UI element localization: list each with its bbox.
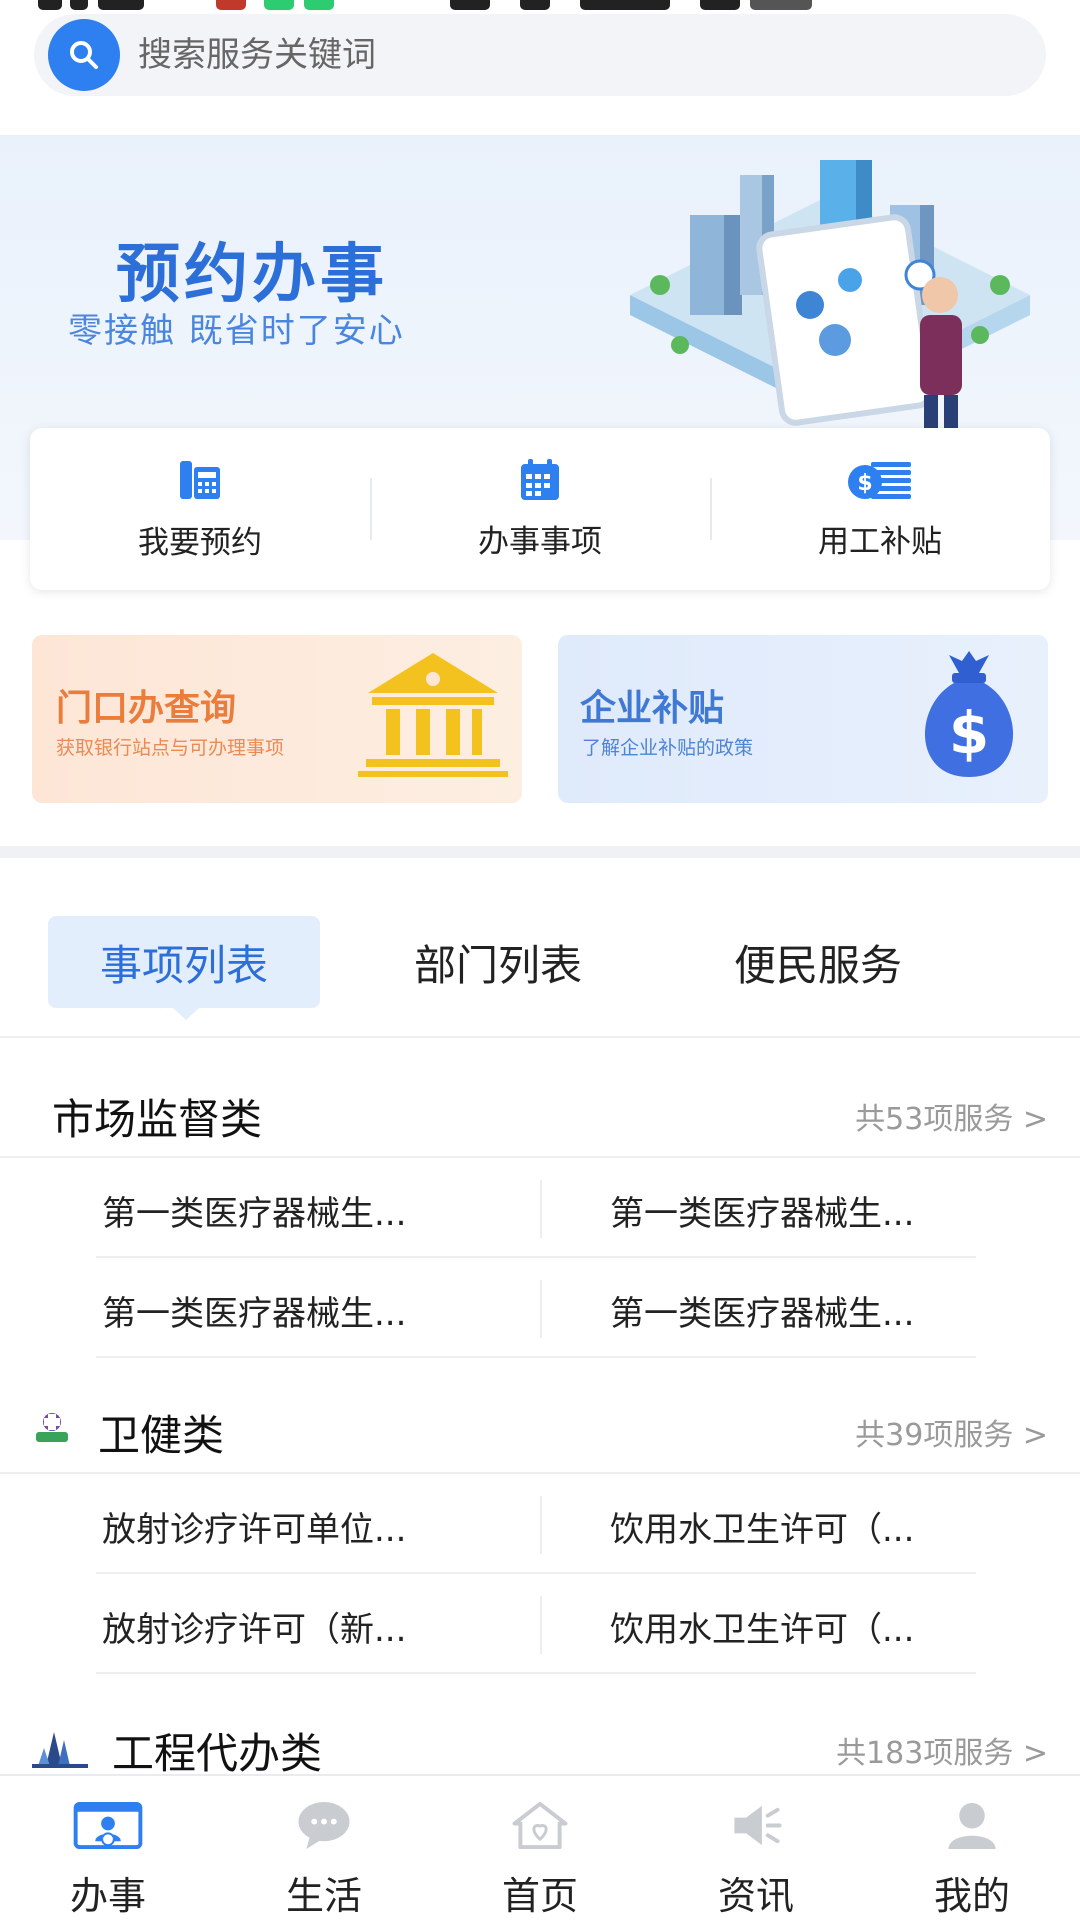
promo-desc: 获取银行站点与可办理事项 (56, 737, 285, 759)
promo-title: 门口办查询 (56, 688, 237, 729)
nav-label: 资讯 (717, 1874, 794, 1918)
nav-affairs[interactable]: 办事 (0, 1776, 216, 1920)
banner-subtitle: 零接触 既省时了安心 (68, 311, 405, 351)
svg-text:$: $ (857, 471, 872, 496)
app-screen: 预约办事 零接触 既省时了安心 (0, 0, 1080, 1920)
building-icon (32, 1732, 88, 1768)
table-row: 放射诊疗许可（新... 饮用水卫生许可（... (96, 1574, 976, 1674)
enterprise-subsidy-card[interactable]: 企业补贴 了解企业补贴的政策 $ (558, 635, 1048, 803)
service-item[interactable]: 饮用水卫生许可（... (610, 1602, 914, 1651)
home-icon (512, 1801, 568, 1850)
category-header-market[interactable]: 市场监督类 共53项服务 > (0, 1070, 1080, 1158)
money-bag-icon: $ (924, 651, 1014, 777)
nav-mine[interactable]: 我的 (864, 1776, 1080, 1920)
category-header-health[interactable]: 卫健类 共39项服务 > (0, 1386, 1080, 1474)
banner-title: 预约办事 (116, 238, 388, 312)
calendar-icon (521, 458, 559, 500)
nav-label: 生活 (285, 1874, 362, 1918)
table-row: 放射诊疗许可单位... 饮用水卫生许可（... (96, 1474, 976, 1574)
user-icon (948, 1802, 996, 1850)
tab-departments-list[interactable]: 部门列表 (414, 916, 582, 1008)
promo-title: 企业补贴 (580, 688, 725, 729)
bank-icon (358, 653, 508, 777)
search-input[interactable] (138, 35, 958, 75)
quick-actions: 我要预约 办事事项 $ 用工补贴 (30, 428, 1050, 590)
phone-icon (180, 460, 220, 499)
tab-bar: 事项列表 部门列表 便民服务 (0, 858, 1080, 1038)
category-count-link[interactable]: 共39项服务 > (855, 1410, 1048, 1454)
category-title: 卫健类 (98, 1411, 225, 1460)
search-icon (70, 41, 98, 69)
city-illustration (630, 160, 1030, 435)
service-item[interactable]: 第一类医疗器械生... (610, 1186, 914, 1235)
doorstep-query-card[interactable]: 门口办查询 获取银行站点与可办理事项 (32, 635, 522, 803)
subsidy-button[interactable]: $ 用工补贴 (710, 428, 1050, 590)
quick-label: 用工补贴 (818, 523, 942, 560)
quick-label: 我要预约 (138, 524, 262, 561)
reserve-button[interactable]: 我要预约 (30, 428, 370, 590)
promo-desc: 了解企业补贴的政策 (582, 737, 754, 759)
service-item[interactable]: 饮用水卫生许可（... (610, 1502, 914, 1551)
service-item[interactable]: 第一类医疗器械生... (102, 1286, 406, 1335)
category-count-link[interactable]: 共53项服务 > (855, 1094, 1048, 1138)
table-row: 第一类医疗器械生... 第一类医疗器械生... (96, 1258, 976, 1358)
tab-items-list[interactable]: 事项列表 (48, 916, 320, 1020)
search-bar[interactable] (34, 14, 1046, 96)
nav-home[interactable]: 首页 (432, 1776, 648, 1920)
megaphone-icon (734, 1805, 782, 1846)
quick-label: 办事事项 (478, 523, 602, 560)
category-grid-health: 放射诊疗许可单位... 饮用水卫生许可（... 放射诊疗许可（新... 饮用水卫… (96, 1474, 976, 1674)
bottom-nav: 办事 生活 首页 资讯 我的 (0, 1774, 1080, 1920)
category-grid-market: 第一类医疗器械生... 第一类医疗器械生... 第一类医疗器械生... 第一类医… (96, 1158, 976, 1358)
affairs-icon (73, 1801, 143, 1850)
category-title: 市场监督类 (52, 1095, 263, 1144)
status-bar (0, 0, 1080, 14)
nav-news[interactable]: 资讯 (648, 1776, 864, 1920)
table-row: 第一类医疗器械生... 第一类医疗器械生... (96, 1158, 976, 1258)
nav-label: 办事 (69, 1874, 146, 1918)
service-item[interactable]: 放射诊疗许可（新... (102, 1602, 406, 1651)
service-item[interactable]: 放射诊疗许可单位... (102, 1502, 406, 1551)
search-button[interactable] (48, 19, 120, 91)
tab-public-services[interactable]: 便民服务 (734, 916, 902, 1008)
service-item[interactable]: 第一类医疗器械生... (102, 1186, 406, 1235)
category-title: 工程代办类 (112, 1729, 323, 1778)
affairs-items-button[interactable]: 办事事项 (370, 428, 710, 590)
nav-label: 首页 (501, 1874, 578, 1918)
category-count-link[interactable]: 共183项服务 > (836, 1728, 1048, 1772)
section-divider (0, 846, 1080, 858)
svg-text:$: $ (949, 699, 989, 767)
nav-life[interactable]: 生活 (216, 1776, 432, 1920)
service-item[interactable]: 第一类医疗器械生... (610, 1286, 914, 1335)
chat-bubble-icon (298, 1801, 350, 1850)
health-icon (36, 1413, 68, 1442)
nav-label: 我的 (933, 1874, 1010, 1918)
money-icon: $ (848, 461, 911, 499)
